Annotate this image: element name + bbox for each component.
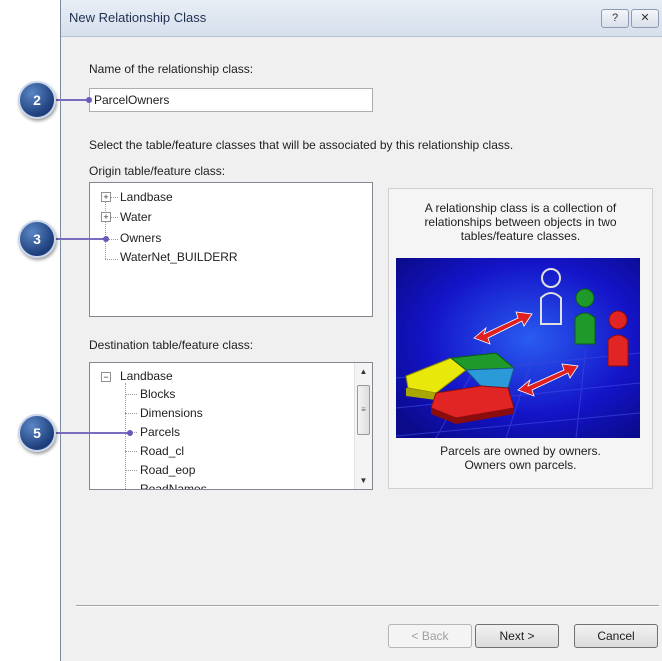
name-label: Name of the relationship class: [89, 62, 254, 76]
tree-item-landbase[interactable]: Landbase [120, 190, 173, 204]
callout-5: 5 [18, 414, 56, 452]
callout-dot [127, 430, 133, 436]
tree-item-dimensions[interactable]: Dimensions [140, 406, 203, 420]
tree-guide-line [125, 383, 126, 489]
tree-item-road-cl[interactable]: Road_cl [140, 444, 184, 458]
destination-tree[interactable]: − Landbase Blocks Dimensions Parcels Roa… [89, 362, 373, 490]
callout-3: 3 [18, 220, 56, 258]
help-button[interactable]: ? [601, 9, 629, 28]
tree-branch [125, 489, 137, 490]
back-button[interactable]: < Back [388, 624, 472, 648]
title-bar: New Relationship Class ? ✕ [61, 0, 662, 37]
tree-branch [125, 451, 137, 452]
cancel-button[interactable]: Cancel [574, 624, 658, 648]
tree-branch [125, 413, 137, 414]
dialog-title: New Relationship Class [69, 10, 207, 25]
tree-branch [125, 394, 137, 395]
tree-item-water[interactable]: Water [120, 210, 152, 224]
scroll-thumb[interactable]: ≡ [357, 385, 370, 435]
tree-branch [105, 259, 118, 260]
tree-item-road-eop[interactable]: Road_eop [140, 463, 195, 477]
info-description: A relationship class is a collection of … [424, 201, 617, 243]
close-button[interactable]: ✕ [631, 9, 659, 28]
new-relationship-class-dialog: New Relationship Class ? ✕ Name of the r… [60, 0, 662, 661]
tree-item-parcels[interactable]: Parcels [140, 425, 180, 439]
relationship-illustration [396, 258, 640, 438]
origin-tree[interactable]: + Landbase + Water Owners WaterNet_BUILD… [89, 182, 373, 317]
vertical-scrollbar[interactable]: ▲ ≡ ▼ [354, 363, 372, 489]
tree-item-blocks[interactable]: Blocks [140, 387, 175, 401]
info-example: Parcels are owned by owners. Owners own … [440, 444, 601, 472]
collapse-icon[interactable]: − [101, 372, 111, 382]
tree-guide-line [105, 195, 106, 259]
tree-item-owners[interactable]: Owners [120, 231, 161, 245]
expand-icon[interactable]: + [101, 192, 111, 202]
next-button[interactable]: Next > [475, 624, 559, 648]
scroll-down-icon[interactable]: ▼ [355, 472, 372, 489]
instruction-text: Select the table/feature classes that wi… [89, 138, 514, 152]
origin-label: Origin table/feature class: [89, 164, 226, 178]
callout-2: 2 [18, 81, 56, 119]
expand-icon[interactable]: + [101, 212, 111, 222]
relationship-name-input[interactable]: ParcelOwners [89, 88, 373, 112]
callout-dot [86, 97, 92, 103]
tree-branch [111, 197, 118, 198]
scroll-up-icon[interactable]: ▲ [355, 363, 372, 380]
callout-dot [103, 236, 109, 242]
tree-item-roadnames[interactable]: RoadNames [140, 482, 207, 489]
tree-branch [125, 470, 137, 471]
tree-branch [111, 217, 118, 218]
separator [76, 605, 659, 607]
info-panel: A relationship class is a collection of … [388, 188, 653, 489]
tree-item-landbase[interactable]: Landbase [120, 369, 173, 383]
tree-item-waternet-builderr[interactable]: WaterNet_BUILDERR [120, 250, 238, 264]
destination-label: Destination table/feature class: [89, 338, 254, 352]
